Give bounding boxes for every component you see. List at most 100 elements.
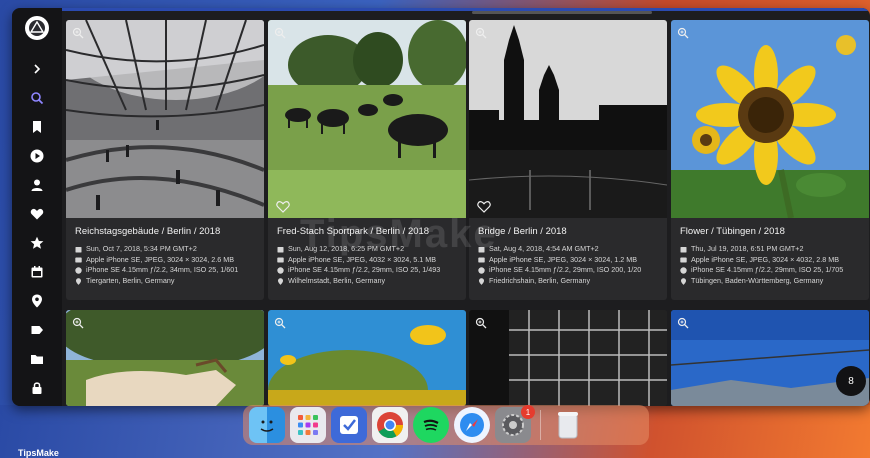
photo-lens: iPhone SE 4.15mm ƒ/2.2, 34mm, ISO 25, 1/… bbox=[75, 265, 255, 276]
zoom-icon[interactable] bbox=[274, 316, 286, 329]
place-text[interactable]: Wilhelmstadt, Berlin, Germany bbox=[288, 276, 385, 287]
photo-place: Tübingen, Baden-Württemberg, Germany bbox=[680, 276, 860, 287]
watermark-text: TipsMake bbox=[18, 448, 59, 458]
finder-icon[interactable] bbox=[249, 407, 285, 443]
photo-date: Thu, Jul 19, 2018, 6:51 PM GMT+2 bbox=[680, 244, 860, 255]
expand-icon[interactable] bbox=[26, 58, 48, 80]
heart-icon[interactable] bbox=[26, 203, 48, 225]
photo-card[interactable]: Flower / Tübingen / 2018 Thu, Jul 19, 20… bbox=[671, 20, 869, 300]
photo-place: Wilhelmstadt, Berlin, Germany bbox=[277, 276, 457, 287]
zoom-icon[interactable] bbox=[72, 26, 84, 39]
photo-place: Tiergarten, Berlin, Germany bbox=[75, 276, 255, 287]
photo-card[interactable] bbox=[469, 310, 667, 406]
calendar-icon bbox=[75, 246, 82, 253]
photo-details: Reichstagsgebäude / Berlin / 2018 Sun, O… bbox=[66, 226, 264, 286]
photo-date: Sun, Oct 7, 2018, 5:34 PM GMT+2 bbox=[75, 244, 255, 255]
aperture-icon bbox=[277, 267, 284, 274]
camera-icon bbox=[680, 256, 687, 263]
photo-lens: iPhone SE 4.15mm ƒ/2.2, 29mm, ISO 25, 1/… bbox=[277, 265, 457, 276]
lens-text: iPhone SE 4.15mm ƒ/2.2, 29mm, ISO 25, 1/… bbox=[691, 265, 844, 275]
photo-thumbnail[interactable] bbox=[268, 310, 466, 406]
photo-thumbnail[interactable] bbox=[671, 20, 869, 218]
photo-thumbnail[interactable] bbox=[671, 310, 869, 406]
bookmark-icon[interactable] bbox=[26, 116, 48, 138]
star-icon[interactable] bbox=[26, 232, 48, 254]
lens-text: iPhone SE 4.15mm ƒ/2.2, 29mm, ISO 25, 1/… bbox=[288, 265, 441, 275]
location-pin-icon bbox=[478, 277, 485, 285]
lens-text: iPhone SE 4.15mm ƒ/2.2, 34mm, ISO 25, 1/… bbox=[86, 265, 239, 275]
location-pin-icon bbox=[75, 277, 82, 285]
app-logo-icon[interactable] bbox=[25, 16, 49, 40]
favorite-heart-icon[interactable] bbox=[276, 200, 290, 213]
dock-separator bbox=[540, 410, 541, 440]
camera-text: Apple iPhone SE, JPEG, 3024 × 3024, 2.6 … bbox=[86, 254, 235, 264]
photo-thumbnail[interactable] bbox=[469, 20, 667, 218]
zoom-icon[interactable] bbox=[677, 316, 689, 329]
zoom-icon[interactable] bbox=[274, 26, 286, 39]
sidebar bbox=[12, 8, 62, 406]
camera-icon bbox=[277, 256, 284, 263]
launchpad-icon[interactable] bbox=[290, 407, 326, 443]
play-icon[interactable] bbox=[26, 145, 48, 167]
trash-icon[interactable] bbox=[550, 407, 586, 443]
aperture-icon bbox=[680, 267, 687, 274]
calendar-icon bbox=[277, 246, 284, 253]
zoom-icon[interactable] bbox=[677, 26, 689, 39]
photo-thumbnail[interactable] bbox=[66, 20, 264, 218]
photo-title[interactable]: Bridge / Berlin / 2018 bbox=[478, 226, 658, 239]
photo-card[interactable]: Bridge / Berlin / 2018 Sat, Aug 4, 2018,… bbox=[469, 20, 667, 300]
chrome-icon[interactable] bbox=[372, 407, 408, 443]
person-icon[interactable] bbox=[26, 174, 48, 196]
scroll-indicator bbox=[472, 11, 652, 14]
aperture-icon bbox=[478, 267, 485, 274]
location-pin-icon[interactable] bbox=[26, 290, 48, 312]
photo-card[interactable]: Fred-Stach Sportpark / Berlin / 2018 Sun… bbox=[268, 20, 466, 300]
photo-lens: iPhone SE 4.15mm ƒ/2.2, 29mm, ISO 200, 1… bbox=[478, 265, 658, 276]
photo-thumbnail[interactable] bbox=[469, 310, 667, 406]
photo-place: Friedrichshain, Berlin, Germany bbox=[478, 276, 658, 287]
photo-lens: iPhone SE 4.15mm ƒ/2.2, 29mm, ISO 25, 1/… bbox=[680, 265, 860, 276]
photo-app-window: Reichstagsgebäude / Berlin / 2018 Sun, O… bbox=[12, 8, 870, 406]
lens-text: iPhone SE 4.15mm ƒ/2.2, 29mm, ISO 200, 1… bbox=[489, 265, 642, 275]
calendar-icon[interactable] bbox=[26, 261, 48, 283]
camera-icon bbox=[478, 256, 485, 263]
place-text[interactable]: Tiergarten, Berlin, Germany bbox=[86, 276, 174, 287]
notification-badge: 1 bbox=[521, 405, 535, 419]
zoom-icon[interactable] bbox=[475, 316, 487, 329]
search-icon[interactable] bbox=[26, 87, 48, 109]
photo-camera: Apple iPhone SE, JPEG, 3024 × 3024, 1.2 … bbox=[478, 255, 658, 266]
place-text[interactable]: Tübingen, Baden-Württemberg, Germany bbox=[691, 276, 823, 287]
folder-icon[interactable] bbox=[26, 348, 48, 370]
date-text: Thu, Jul 19, 2018, 6:51 PM GMT+2 bbox=[691, 244, 804, 253]
photo-card[interactable] bbox=[268, 310, 466, 406]
photo-card[interactable] bbox=[671, 310, 869, 406]
photo-date: Sat, Aug 4, 2018, 4:54 AM GMT+2 bbox=[478, 244, 658, 255]
date-text: Sun, Oct 7, 2018, 5:34 PM GMT+2 bbox=[86, 244, 197, 253]
camera-text: Apple iPhone SE, JPEG, 3024 × 3024, 1.2 … bbox=[489, 254, 638, 264]
safari-icon[interactable] bbox=[454, 407, 490, 443]
location-pin-icon bbox=[277, 277, 284, 285]
spotify-icon[interactable] bbox=[413, 407, 449, 443]
label-icon[interactable] bbox=[26, 319, 48, 341]
overlay-watermark: TipsMake bbox=[300, 212, 498, 256]
selection-count-button[interactable]: 8 bbox=[836, 366, 866, 396]
place-text[interactable]: Friedrichshain, Berlin, Germany bbox=[489, 276, 590, 287]
photo-title[interactable]: Reichstagsgebäude / Berlin / 2018 bbox=[75, 226, 255, 239]
aperture-icon bbox=[75, 267, 82, 274]
photo-thumbnail[interactable] bbox=[268, 20, 466, 218]
lock-icon[interactable] bbox=[26, 377, 48, 399]
dock: 1 bbox=[243, 405, 649, 445]
photo-card[interactable] bbox=[66, 310, 264, 406]
photo-thumbnail[interactable] bbox=[66, 310, 264, 406]
photo-card[interactable]: Reichstagsgebäude / Berlin / 2018 Sun, O… bbox=[66, 20, 264, 300]
photo-details: Bridge / Berlin / 2018 Sat, Aug 4, 2018,… bbox=[469, 226, 667, 286]
zoom-icon[interactable] bbox=[72, 316, 84, 329]
photo-camera: Apple iPhone SE, JPEG, 3024 × 4032, 2.8 … bbox=[680, 255, 860, 266]
system-preferences-icon[interactable]: 1 bbox=[495, 405, 535, 443]
tasks-icon[interactable] bbox=[331, 407, 367, 443]
zoom-icon[interactable] bbox=[475, 26, 487, 39]
photo-title[interactable]: Flower / Tübingen / 2018 bbox=[680, 226, 860, 239]
camera-icon bbox=[75, 256, 82, 263]
date-text: Sat, Aug 4, 2018, 4:54 AM GMT+2 bbox=[489, 244, 599, 253]
location-pin-icon bbox=[680, 277, 687, 285]
